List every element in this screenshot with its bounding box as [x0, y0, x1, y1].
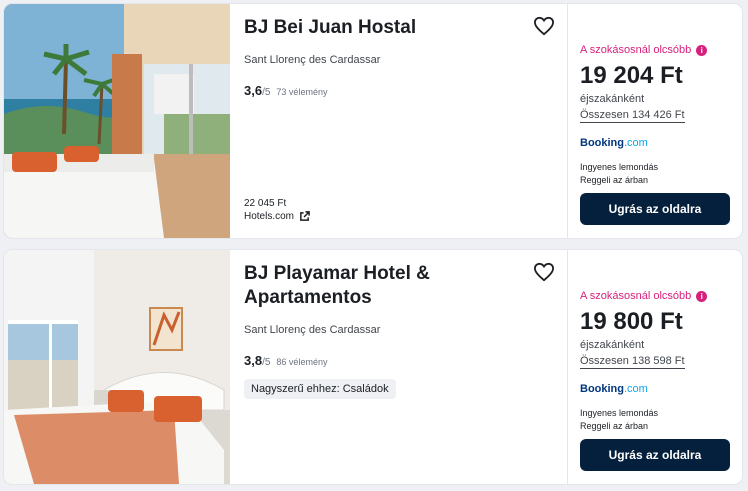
- hotel-info: BJ Playamar Hotel & Apartamentos Sant Ll…: [230, 250, 568, 484]
- provider-name: Booking: [580, 383, 624, 395]
- provider-suffix: .com: [624, 137, 648, 149]
- hotel-location: Sant Llorenç des Cardassar: [244, 324, 381, 336]
- price-panel: A szokásosnál olcsóbb i 19 204 Ft éjszak…: [568, 4, 742, 238]
- provider-suffix: .com: [624, 383, 648, 395]
- per-night: éjszakánként: [580, 339, 645, 351]
- go-to-site-button[interactable]: Ugrás az oldalra: [580, 439, 730, 471]
- rating-max: /5: [262, 357, 271, 368]
- deal-label: A szokásosnál olcsóbb i: [580, 290, 730, 302]
- heart-icon[interactable]: [533, 262, 555, 282]
- price-panel: A szokásosnál olcsóbb i 19 800 Ft éjszak…: [568, 250, 742, 484]
- perk-breakfast: Reggeli az árban: [580, 421, 649, 431]
- alternative-offer[interactable]: 22 045 Ft Hotels.com: [244, 198, 310, 222]
- rating-score: 3,6: [244, 83, 263, 98]
- perk-free-cancel: Ingyenes lemondás: [580, 162, 659, 172]
- hotel-name[interactable]: BJ Bei Juan Hostal: [244, 16, 514, 40]
- heart-icon[interactable]: [533, 16, 555, 36]
- info-icon[interactable]: i: [696, 290, 708, 302]
- rating-score: 3,8: [244, 353, 263, 368]
- rating-max: /5: [262, 87, 271, 98]
- family-badge: Nagyszerű ehhez: Családok: [244, 379, 396, 399]
- hotel-name[interactable]: BJ Playamar Hotel & Apartamentos: [244, 262, 514, 310]
- rating-row: 3,8/5 86 vélemény: [244, 352, 553, 370]
- external-link-icon: [300, 211, 310, 221]
- total-price[interactable]: Összesen 138 598 Ft: [580, 355, 685, 369]
- hotel-card[interactable]: BJ Bei Juan Hostal Sant Llorenç des Card…: [4, 4, 742, 238]
- hotel-photo[interactable]: [4, 250, 230, 484]
- hotel-room-image: [4, 4, 230, 238]
- go-to-site-button[interactable]: Ugrás az oldalra: [580, 193, 730, 225]
- perks: Ingyenes lemondás Reggeli az árban: [580, 161, 730, 187]
- perk-free-cancel: Ingyenes lemondás: [580, 408, 659, 418]
- info-icon[interactable]: i: [696, 44, 708, 56]
- hotel-location: Sant Llorenç des Cardassar: [244, 54, 381, 66]
- hotel-photo[interactable]: [4, 4, 230, 238]
- alt-site-name: Hotels.com: [244, 211, 295, 222]
- review-count: 73 vélemény: [276, 87, 328, 97]
- alt-price: 22 045 Ft: [244, 198, 287, 209]
- total-price[interactable]: Összesen 134 426 Ft: [580, 109, 685, 123]
- hotel-info: BJ Bei Juan Hostal Sant Llorenç des Card…: [230, 4, 568, 238]
- provider-name: Booking: [580, 137, 624, 149]
- hotel-card[interactable]: BJ Playamar Hotel & Apartamentos Sant Ll…: [4, 250, 742, 484]
- hotel-room-image: [4, 250, 230, 484]
- alt-site-link[interactable]: Hotels.com: [244, 211, 310, 222]
- price: 19 204 Ft: [580, 62, 683, 89]
- review-count: 86 vélemény: [276, 357, 328, 367]
- rating-row: 3,6/5 73 vélemény: [244, 82, 553, 100]
- price: 19 800 Ft: [580, 308, 683, 335]
- perk-breakfast: Reggeli az árban: [580, 175, 649, 185]
- deal-text: A szokásosnál olcsóbb: [580, 44, 692, 56]
- per-night: éjszakánként: [580, 93, 645, 105]
- perks: Ingyenes lemondás Reggeli az árban: [580, 407, 730, 433]
- provider-logo: Booking.com: [580, 383, 730, 395]
- deal-label: A szokásosnál olcsóbb i: [580, 44, 730, 56]
- deal-text: A szokásosnál olcsóbb: [580, 290, 692, 302]
- provider-logo: Booking.com: [580, 137, 730, 149]
